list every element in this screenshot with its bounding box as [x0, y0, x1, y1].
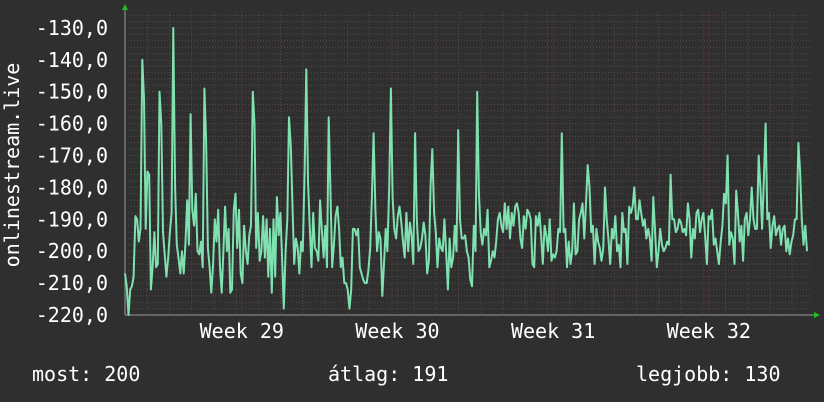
x-axis-arrow [814, 312, 820, 318]
grid [124, 12, 810, 316]
y-axis-arrow [122, 4, 128, 10]
y-tick-label: -180,0 [36, 175, 108, 199]
y-tick-label: -210,0 [36, 271, 108, 295]
y-tick-label: -130,0 [36, 16, 108, 40]
y-tick-labels: -130,0 -140,0 -150,0 -160,0 -170,0 -180,0 -190… [36, 16, 108, 327]
stat-best: legjobb: 130 [636, 362, 781, 386]
y-axis-label: onlinestream.live [0, 63, 24, 268]
axes [122, 4, 820, 318]
stat-current: most: 200 [32, 362, 141, 386]
y-tick-label: -160,0 [36, 112, 108, 136]
y-tick-label: -190,0 [36, 207, 108, 231]
x-tick-labels: Week 29 Week 30 Week 31 Week 32 [200, 319, 751, 343]
x-tick-label: Week 31 [511, 319, 595, 343]
stat-average: átlag: 191 [328, 362, 449, 386]
x-tick-label: Week 29 [200, 319, 284, 343]
y-tick-label: -220,0 [36, 303, 108, 327]
y-tick-label: -140,0 [36, 48, 108, 72]
chart: -130,0 -140,0 -150,0 -160,0 -170,0 -180,0 -190… [0, 4, 820, 343]
y-tick-label: -200,0 [36, 239, 108, 263]
x-tick-label: Week 32 [667, 319, 751, 343]
y-tick-label: -150,0 [36, 80, 108, 104]
series [124, 26, 808, 316]
x-tick-label: Week 30 [355, 319, 439, 343]
series-line [124, 26, 808, 316]
y-tick-label: -170,0 [36, 144, 108, 168]
